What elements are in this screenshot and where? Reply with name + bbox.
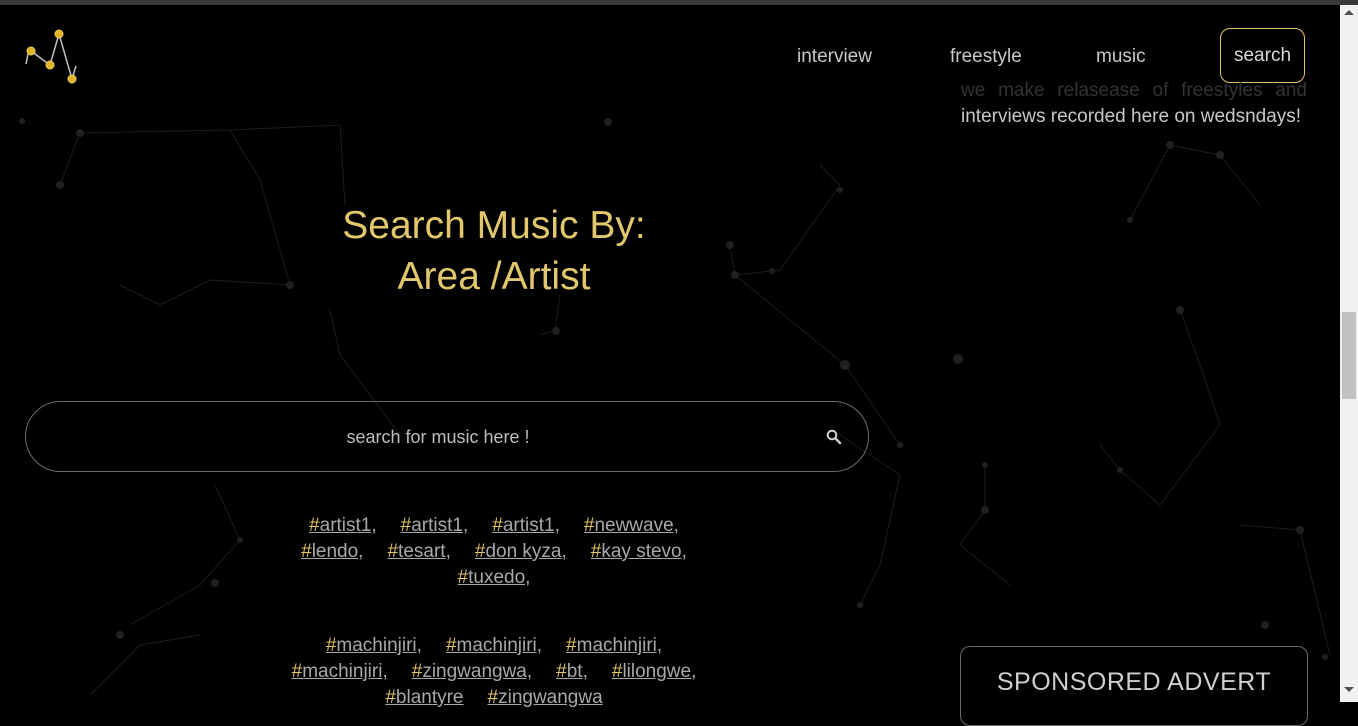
tag-link[interactable]: #machinjiri, <box>292 659 388 685</box>
nav-music[interactable]: music <box>1096 46 1146 68</box>
tag-link[interactable]: #zingwangwa <box>488 685 603 711</box>
about-text: we make relasease of freestyles and inte… <box>961 78 1307 130</box>
scrollbar-thumb[interactable] <box>1342 312 1356 399</box>
tag-link[interactable]: #artist1, <box>401 513 469 539</box>
page-title-line1: Search Music By: <box>342 204 646 247</box>
page-title-line2: Area /Artist <box>397 255 591 298</box>
tag-link[interactable]: #machinjiri, <box>326 633 422 659</box>
tag-link[interactable]: #blantyre <box>385 685 463 711</box>
constellation-logo-icon[interactable] <box>24 26 82 88</box>
about-text-faded: we make relasease of freestyles and <box>961 80 1307 101</box>
tag-link[interactable]: #machinjiri, <box>446 633 542 659</box>
tag-link[interactable]: #zingwangwa, <box>412 659 532 685</box>
sponsored-advert-label: SPONSORED ADVERT <box>996 668 1272 696</box>
page-title: Search Music By: Area /Artist <box>25 200 963 302</box>
music-search-bar <box>25 401 869 473</box>
nav-interview[interactable]: interview <box>797 46 872 68</box>
tag-link[interactable]: #bt, <box>556 659 588 685</box>
scroll-up-arrow-icon[interactable] <box>1344 10 1354 15</box>
nav-search-button[interactable]: search <box>1220 28 1305 83</box>
music-search-input[interactable] <box>86 402 790 473</box>
sponsored-advert-box[interactable]: SPONSORED ADVERT <box>960 646 1308 726</box>
tag-link[interactable]: #machinjiri, <box>566 633 662 659</box>
tag-link[interactable]: #kay stevo, <box>591 539 687 565</box>
tag-group-areas: #machinjiri, #machinjiri, #machinjiri, #mac… <box>200 633 788 711</box>
tag-link[interactable]: #artist1, <box>492 513 560 539</box>
scroll-down-arrow-icon[interactable] <box>1344 687 1354 692</box>
tag-link[interactable]: #tesart, <box>387 539 450 565</box>
tag-link[interactable]: #tuxedo, <box>458 565 531 591</box>
tag-group-artists: #artist1, #artist1, #artist1, #newwave, #len… <box>200 513 788 591</box>
tag-link[interactable]: #newwave, <box>584 513 679 539</box>
tag-link[interactable]: #lendo, <box>301 539 363 565</box>
search-icon[interactable] <box>826 429 842 445</box>
tag-link[interactable]: #artist1, <box>309 513 377 539</box>
tag-link[interactable]: #don kyza, <box>475 539 567 565</box>
nav-freestyle[interactable]: freestyle <box>950 46 1022 68</box>
about-text-body: interviews recorded here on wedsndays! <box>961 106 1302 127</box>
tag-link[interactable]: #lilongwe, <box>612 659 697 685</box>
